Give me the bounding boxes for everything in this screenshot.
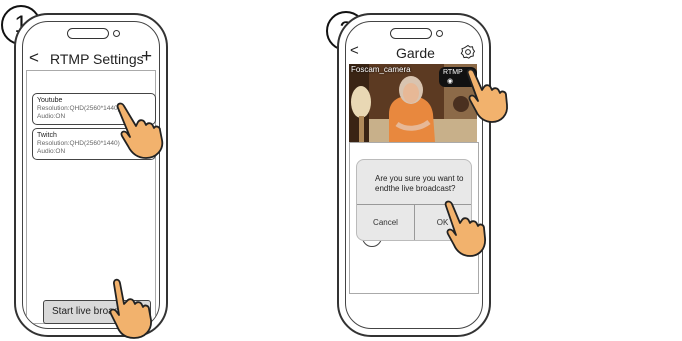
camera-dot <box>113 30 120 37</box>
pointing-hand-icon <box>466 68 508 123</box>
add-stream-button[interactable]: + <box>141 46 152 68</box>
back-button[interactable]: < <box>350 42 359 59</box>
cancel-button[interactable]: Cancel <box>357 218 414 227</box>
pointing-hand-icon <box>116 102 164 159</box>
back-button[interactable]: < <box>29 48 39 68</box>
rtmp-live-icon: ◉ <box>447 78 454 85</box>
camera-dot <box>436 30 443 37</box>
camera-name-label: Foscam_camera <box>351 65 411 74</box>
speaker-slot <box>390 28 432 39</box>
pointing-hand-icon <box>109 278 152 339</box>
pointing-hand-icon <box>444 200 486 257</box>
speaker-slot <box>67 28 109 39</box>
camera-video-feed[interactable]: Foscam_camera RTMP ◉ <box>349 64 477 142</box>
phone-frame-2: < Garde Foscam_camera RTMP ◉ Are you sur… <box>337 13 491 337</box>
dialog-message-line2: endthe live broadcast? <box>375 184 456 193</box>
page-title: Garde <box>396 45 435 61</box>
dialog-message-line1: Are you sure you want to <box>375 174 464 183</box>
gear-icon[interactable] <box>460 44 476 59</box>
page-title: RTMP Settings <box>50 51 144 67</box>
